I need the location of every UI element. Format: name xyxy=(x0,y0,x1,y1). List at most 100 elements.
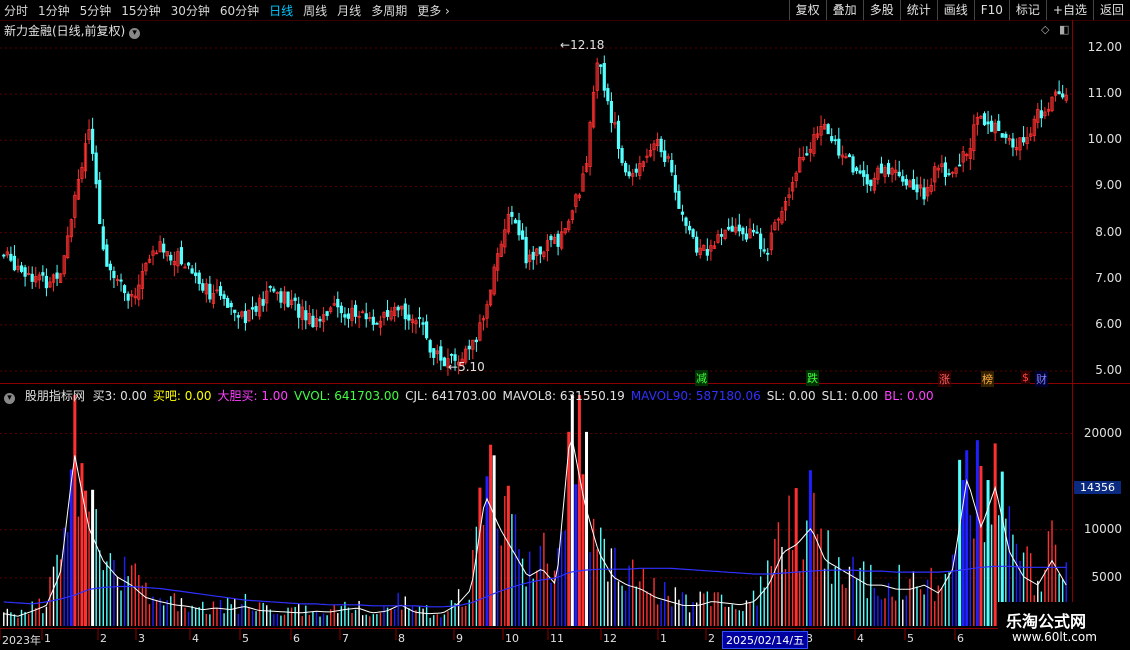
candle-body xyxy=(12,255,17,271)
candle-body xyxy=(751,229,756,233)
candle-body xyxy=(616,120,621,149)
candle-body xyxy=(126,293,130,301)
watermark-url: www.60lt.com xyxy=(1012,630,1097,644)
volume-bar xyxy=(344,601,346,626)
volume-bar xyxy=(681,592,684,626)
candle-body xyxy=(538,246,542,255)
volume-bar xyxy=(404,596,407,626)
candle-body xyxy=(826,124,830,135)
candle-body xyxy=(268,286,272,288)
high-value: 12.18 xyxy=(570,38,605,52)
volume-bar xyxy=(56,554,58,626)
volume-bar xyxy=(752,590,755,626)
volume-bar xyxy=(577,395,581,626)
stock-chart[interactable] xyxy=(0,0,1130,650)
volume-bar xyxy=(934,601,936,626)
volume-bar xyxy=(301,616,303,626)
event-badge-0[interactable]: 减 xyxy=(695,370,708,386)
volume-bar xyxy=(514,514,517,626)
x-tick-10: 10 xyxy=(505,632,519,645)
candle-body xyxy=(186,262,191,266)
volume-bar xyxy=(845,588,847,626)
indicator-value-5: MAVOL8: 631550.19 xyxy=(502,389,625,403)
volume-bar xyxy=(294,606,296,626)
volume-bar xyxy=(130,565,133,626)
volume-bar xyxy=(813,492,815,626)
x-tick-16: 4 xyxy=(857,632,864,645)
volume-bar xyxy=(781,546,783,626)
volume-bar xyxy=(429,617,431,626)
volume-bar xyxy=(308,614,311,626)
volume-bar xyxy=(916,586,918,626)
candle-body xyxy=(830,136,834,142)
volume-bar xyxy=(337,613,339,626)
x-tick-5: 5 xyxy=(242,632,249,645)
volume-bar xyxy=(546,563,549,626)
volume-bar xyxy=(794,488,798,626)
candle-body xyxy=(385,310,390,317)
candle-body xyxy=(407,314,411,321)
event-badge-4[interactable]: $ xyxy=(1021,371,1030,384)
event-badge-3[interactable]: 榜 xyxy=(981,371,994,387)
volume-bar xyxy=(511,514,513,626)
candle-body xyxy=(108,263,112,271)
volume-bar xyxy=(450,600,453,626)
candle-body xyxy=(19,265,24,272)
volume-bar xyxy=(979,465,983,626)
watermark-title: 乐淘公式网 xyxy=(1006,612,1087,631)
event-badge-1[interactable]: 跌 xyxy=(806,370,819,386)
candle-body xyxy=(1039,110,1043,119)
volume-bar xyxy=(141,585,144,626)
low-value: 5.10 xyxy=(458,360,485,374)
candle-body xyxy=(105,244,109,267)
chevron-down-icon[interactable]: ▾ xyxy=(4,393,15,404)
volume-bar xyxy=(433,615,435,626)
volume-bar xyxy=(880,599,883,626)
candle-body xyxy=(201,283,205,291)
volume-bar xyxy=(877,595,879,626)
volume-bar xyxy=(52,566,55,626)
volume-bar xyxy=(827,530,829,626)
volume-bar xyxy=(187,611,190,626)
volume-bar xyxy=(990,524,993,626)
indicator-values: 买3: 0.00 买吧: 0.00 大胆买: 1.00 VVOL: 641703.00… xyxy=(93,389,940,403)
candle-body xyxy=(865,174,869,185)
volume-bar xyxy=(799,571,801,626)
candle-body xyxy=(432,348,436,358)
candle-body xyxy=(375,322,379,325)
candle-body xyxy=(286,291,290,307)
candle-body xyxy=(741,227,745,235)
volume-bar xyxy=(496,528,499,626)
candle-body xyxy=(304,310,308,321)
candle-body xyxy=(325,311,329,316)
candle-body xyxy=(915,184,919,193)
volume-bar xyxy=(560,531,563,626)
indicator-value-4: CJL: 641703.00 xyxy=(405,389,497,403)
candle-body xyxy=(695,236,699,253)
x-tick-1: 1 xyxy=(44,632,51,645)
volume-bar xyxy=(500,545,502,626)
volume-bar xyxy=(539,545,542,626)
candle-body xyxy=(474,339,478,343)
candle-body xyxy=(854,167,859,172)
volume-bar xyxy=(123,556,126,626)
event-badge-5[interactable]: 财 xyxy=(1035,371,1048,387)
candle-body xyxy=(510,211,514,217)
volume-bar xyxy=(319,616,321,626)
volume-bar xyxy=(376,614,378,626)
volume-bar xyxy=(202,601,204,626)
candle-body xyxy=(1004,133,1008,138)
indicator-value-1: 买吧: 0.00 xyxy=(152,389,212,403)
volume-bar xyxy=(10,612,12,626)
x-tick-2: 2 xyxy=(100,632,107,645)
volume-bar xyxy=(699,591,701,626)
volume-bar xyxy=(632,559,634,626)
x-tick-8: 8 xyxy=(398,632,405,645)
candle-body xyxy=(879,163,884,174)
x-tick-14: 2 xyxy=(708,632,715,645)
volume-bar xyxy=(475,526,478,626)
volume-bar xyxy=(223,613,225,626)
event-badge-2[interactable]: 涨 xyxy=(938,371,951,387)
volume-bar xyxy=(465,605,467,626)
volume-bar xyxy=(305,605,307,626)
